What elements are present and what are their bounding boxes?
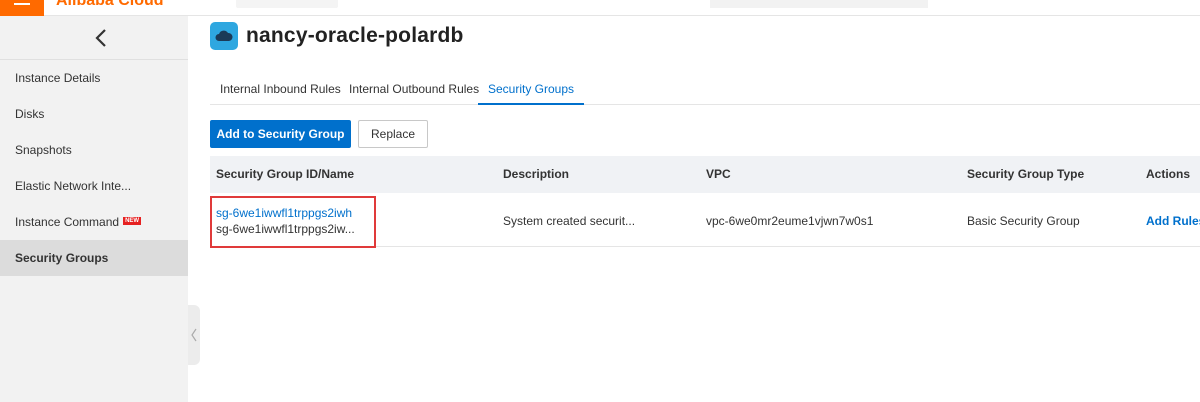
vpc-cell: vpc-6we0mr2eume1vjwn7w0s1 [706, 214, 874, 228]
security-groups-table: Security Group ID/Name Description VPC S… [210, 156, 1200, 248]
sidebar-item-instance-details[interactable]: Instance Details [0, 60, 188, 96]
menu-icon[interactable] [0, 0, 44, 16]
page-title: nancy-oracle-polardb [246, 24, 464, 47]
column-header: Security Group Type [967, 167, 1085, 181]
sidebar-item-label: Instance Details [15, 71, 101, 85]
replace-button[interactable]: Replace [358, 120, 428, 148]
tab-internal-inbound-rules[interactable]: Internal Inbound Rules [220, 76, 341, 105]
chevron-left-icon[interactable] [92, 26, 110, 50]
add-rules-link[interactable]: Add Rules [1146, 214, 1200, 228]
chevron-left-icon [191, 328, 197, 342]
table-row: sg-6we1iwwfl1trppgs2iwh sg-6we1iwwfl1trp… [210, 193, 1200, 248]
new-badge: NEW [123, 217, 142, 225]
tab-bar: Internal Inbound Rules Internal Outbound… [210, 76, 1200, 105]
sidebar-item-label: Elastic Network Inte... [15, 179, 132, 193]
table-header: Security Group ID/Name Description VPC S… [210, 156, 1200, 193]
description-cell: System created securit... [503, 214, 636, 228]
search-input[interactable] [710, 0, 928, 8]
logo: Alibaba Cloud [56, 0, 164, 9]
top-bar: Alibaba Cloud [0, 0, 1200, 16]
security-group-id-link[interactable]: sg-6we1iwwfl1trppgs2iwh [216, 206, 352, 220]
add-to-security-group-button[interactable]: Add to Security Group [210, 120, 351, 148]
sidebar-item-eni[interactable]: Elastic Network Inte... [0, 168, 188, 204]
type-cell: Basic Security Group [967, 214, 1080, 228]
sidebar-item-security-groups[interactable]: Security Groups [0, 240, 188, 276]
tab-internal-outbound-rules[interactable]: Internal Outbound Rules [349, 76, 479, 105]
tab-security-groups[interactable]: Security Groups [478, 76, 585, 105]
sidebar-item-label: Disks [15, 107, 45, 121]
sidebar-item-snapshots[interactable]: Snapshots [0, 132, 188, 168]
column-header: VPC [706, 167, 731, 181]
back-row [0, 16, 188, 60]
column-header: Description [503, 167, 570, 181]
sidebar-collapse-handle[interactable] [188, 305, 200, 365]
sidebar-item-label: Instance Command [15, 215, 120, 229]
sidebar-item-label: Security Groups [15, 251, 109, 265]
sidebar-item-disks[interactable]: Disks [0, 96, 188, 132]
page-header: nancy-oracle-polardb [210, 22, 464, 50]
column-header: Security Group ID/Name [216, 167, 355, 181]
region-selector[interactable] [236, 0, 338, 8]
sidebar-item-instance-command[interactable]: Instance Command NEW [0, 204, 188, 240]
security-group-name: sg-6we1iwwfl1trppgs2iw... [216, 222, 355, 236]
column-header: Actions [1146, 167, 1191, 181]
sidebar-item-label: Snapshots [15, 143, 72, 157]
sidebar: Instance Details Disks Snapshots Elastic… [0, 16, 188, 402]
cloud-icon [210, 22, 238, 50]
